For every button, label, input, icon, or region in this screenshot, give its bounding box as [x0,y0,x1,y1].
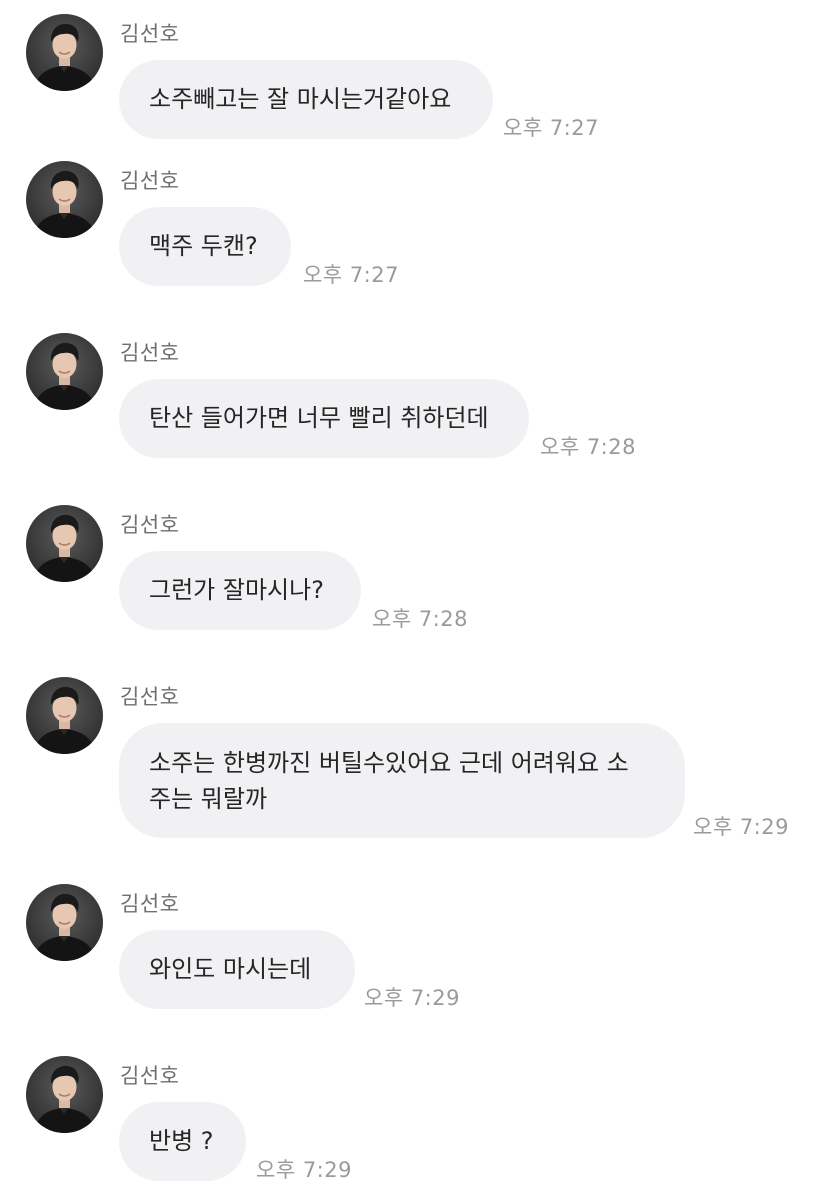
sender-name: 김선호 [120,341,180,365]
profile-photo-icon [26,161,103,238]
message-time: 오후 7:27 [503,116,599,140]
message-row: 김선호 소주빼고는 잘 마시는거같아요 오후 7:27 [0,0,833,150]
avatar[interactable] [26,1056,103,1133]
message-time: 오후 7:29 [364,986,460,1010]
message-row: 김선호 반병 ? 오후 7:29 [0,1042,833,1200]
profile-photo-icon [26,677,103,754]
message-text-line-1: 소주는 한병까진 버틸수있어요 근데 어려워요 소 [149,749,629,777]
avatar[interactable] [26,161,103,238]
message-bubble[interactable]: 소주는 한병까진 버틸수있어요 근데 어려워요 소 주는 뭐랄까 [119,723,685,838]
message-time: 오후 7:27 [303,263,399,287]
avatar[interactable] [26,14,103,91]
sender-name: 김선호 [120,513,180,537]
message-row: 김선호 그런가 잘마시나? 오후 7:28 [0,491,833,641]
profile-photo-icon [26,14,103,91]
message-text-line-2: 주는 뭐랄까 [149,785,268,813]
message-bubble[interactable]: 그런가 잘마시나? [119,551,361,630]
profile-photo-icon [26,1056,103,1133]
avatar[interactable] [26,505,103,582]
message-row: 김선호 소주는 한병까진 버틸수있어요 근데 어려워요 소 주는 뭐랄까 오후 … [0,663,833,853]
message-row: 김선호 와인도 마시는데 오후 7:29 [0,870,833,1020]
sender-name: 김선호 [120,169,180,193]
chat-message-list: 김선호 소주빼고는 잘 마시는거같아요 오후 7:27 김선호 맥주 두캔? 오… [0,0,833,1200]
message-bubble[interactable]: 맥주 두캔? [119,207,291,286]
avatar[interactable] [26,677,103,754]
message-time: 오후 7:29 [693,815,789,839]
profile-photo-icon [26,333,103,410]
message-text: 탄산 들어가면 너무 빨리 취하던데 [149,404,489,432]
message-bubble[interactable]: 소주빼고는 잘 마시는거같아요 [119,60,493,139]
avatar[interactable] [26,333,103,410]
message-text: 맥주 두캔? [149,232,258,260]
message-text: 반병 ? [149,1127,214,1155]
sender-name: 김선호 [120,685,180,709]
sender-name: 김선호 [120,1064,180,1088]
message-text: 그런가 잘마시나? [149,576,324,604]
profile-photo-icon [26,884,103,961]
message-text: 소주빼고는 잘 마시는거같아요 [149,85,452,113]
message-bubble[interactable]: 탄산 들어가면 너무 빨리 취하던데 [119,379,529,458]
message-row: 김선호 탄산 들어가면 너무 빨리 취하던데 오후 7:28 [0,319,833,469]
avatar[interactable] [26,884,103,961]
sender-name: 김선호 [120,22,180,46]
message-time: 오후 7:29 [256,1158,352,1182]
message-time: 오후 7:28 [372,607,468,631]
message-text: 와인도 마시는데 [149,955,312,983]
sender-name: 김선호 [120,892,180,916]
message-bubble[interactable]: 반병 ? [119,1102,246,1181]
message-bubble[interactable]: 와인도 마시는데 [119,930,355,1009]
message-row: 김선호 맥주 두캔? 오후 7:27 [0,147,833,297]
message-time: 오후 7:28 [540,435,636,459]
profile-photo-icon [26,505,103,582]
